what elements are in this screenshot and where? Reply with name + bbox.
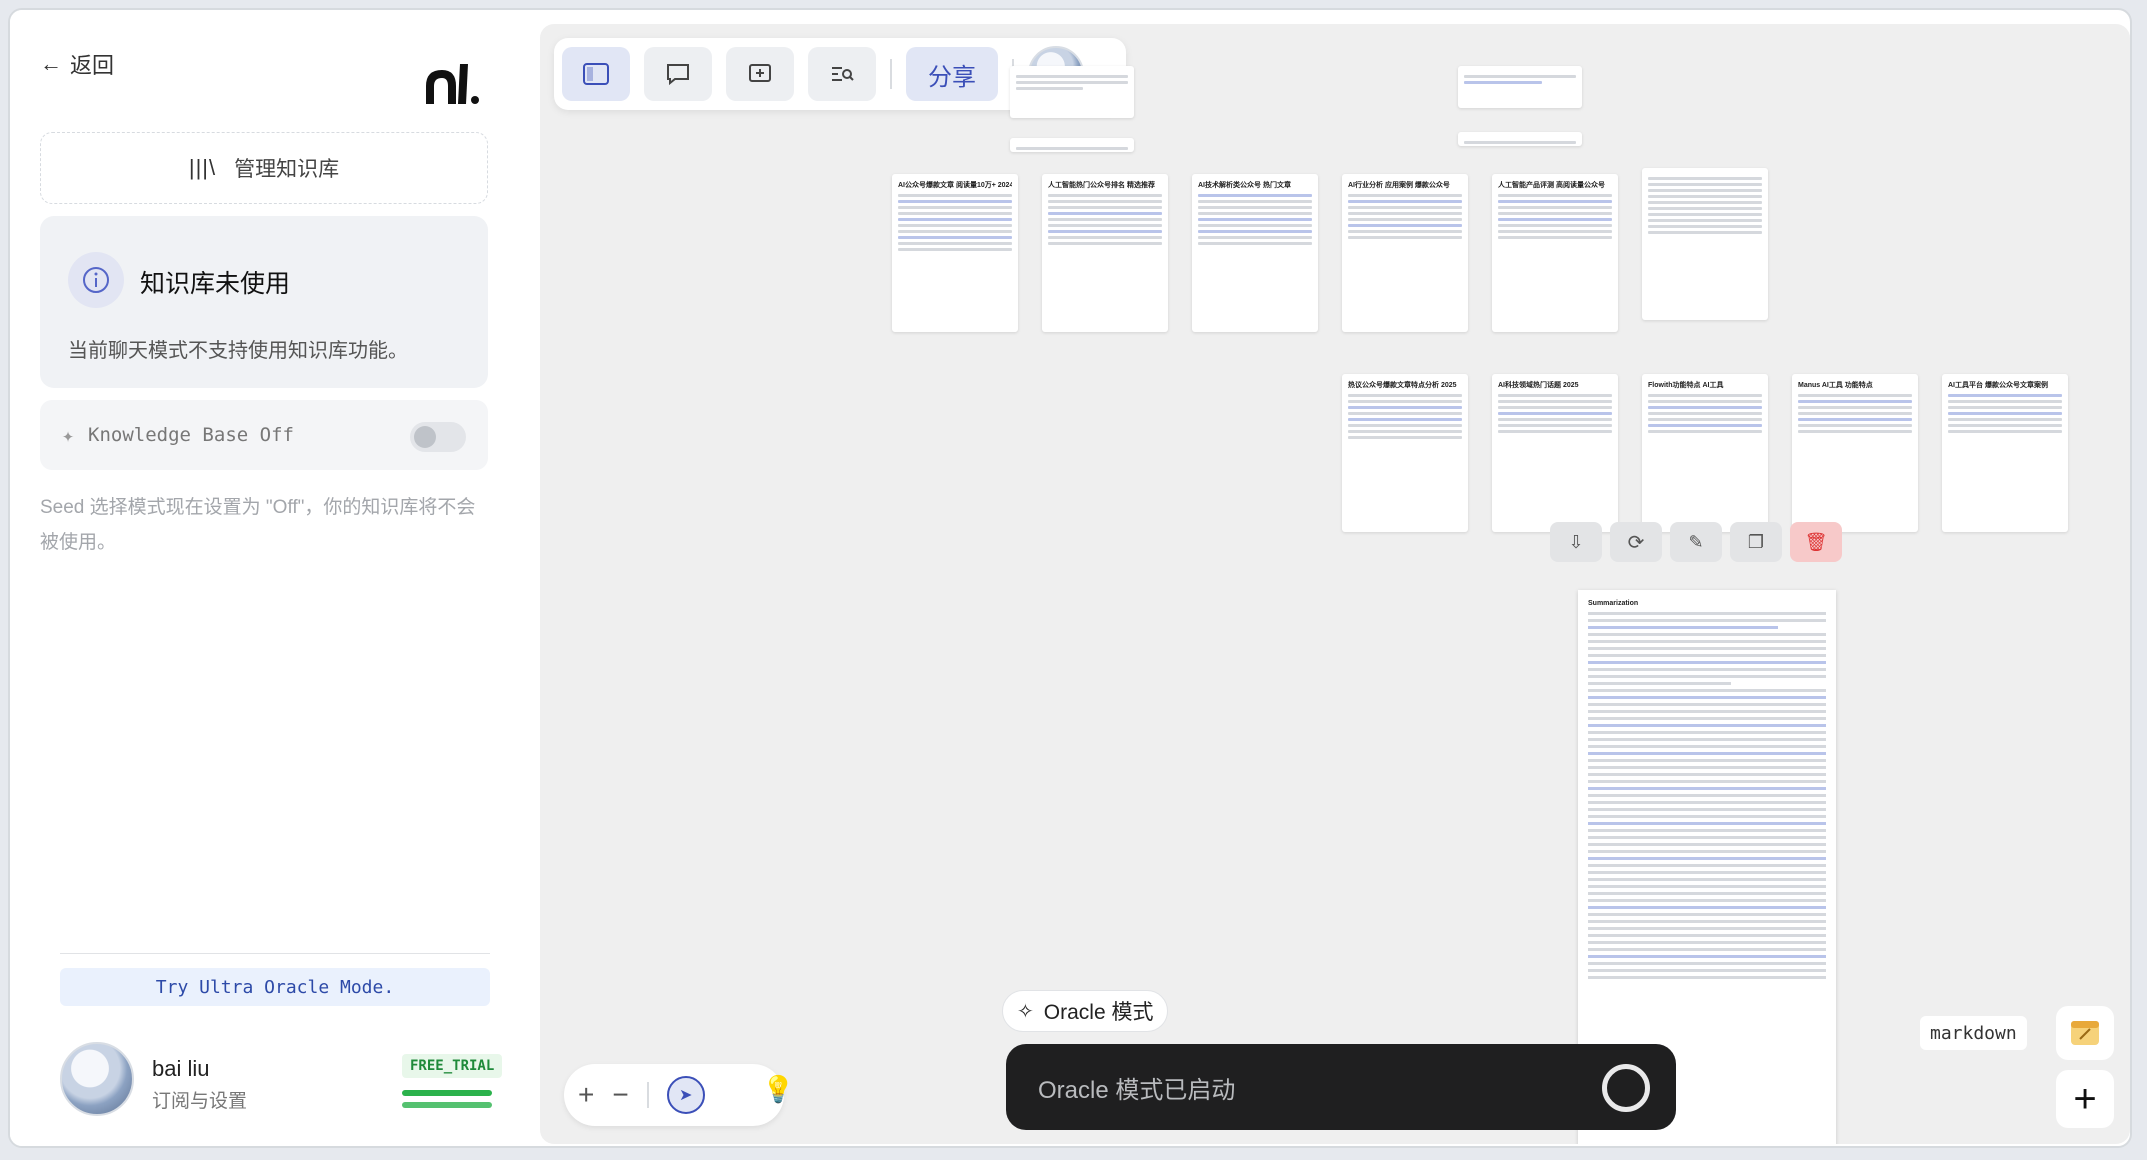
canvas-node[interactable]: Manus AI工具 功能特点 (1792, 374, 1918, 532)
back-label: 返回 (70, 53, 115, 78)
kb-status-card: 知识库未使用 当前聊天模式不支持使用知识库功能。 (40, 216, 488, 388)
canvas-node[interactable]: 人工智能产品评测 高阅读量公众号 (1492, 174, 1618, 332)
oracle-status-bar[interactable]: Oracle 模式已启动 (1006, 1044, 1676, 1130)
zoom-out-button[interactable]: − (612, 1079, 628, 1111)
oracle-mode-chip[interactable]: ✧ Oracle 模式 (1002, 990, 1169, 1032)
kb-toggle-switch[interactable] (410, 422, 466, 452)
lightbulb-icon[interactable]: 💡 (762, 1074, 794, 1105)
canvas-node[interactable]: AI行业分析 应用案例 爆款公众号 (1342, 174, 1468, 332)
plus-icon: + (2073, 1076, 2097, 1121)
kb-toggle-label: Knowledge Base Off (88, 424, 294, 446)
add-button[interactable]: + (2056, 1070, 2114, 1128)
node-title: Flowith功能特点 AI工具 (1648, 382, 1724, 389)
markdown-label: markdown (1920, 1016, 2027, 1050)
usage-bar (402, 1090, 492, 1096)
back-button[interactable]: ← 返回 (40, 48, 114, 80)
user-subtitle: 订阅与设置 (152, 1091, 248, 1112)
node-title: Manus AI工具 功能特点 (1798, 382, 1873, 389)
node-title: 人工智能产品评测 高阅读量公众号 (1498, 182, 1605, 189)
add-node-button[interactable] (726, 47, 794, 101)
search-canvas-button[interactable] (808, 47, 876, 101)
divider (60, 953, 490, 954)
library-icon: |||\ (188, 155, 217, 180)
canvas-node[interactable]: 热议公众号爆款文章特点分析 2025 (1342, 374, 1468, 532)
summary-title: Summarization (1588, 600, 1639, 607)
delete-button[interactable]: 🗑 (1790, 522, 1842, 562)
seed-note: Seed 选择模式现在设置为 "Off"，你的知识库将不会被使用。 (40, 497, 476, 553)
user-name: bai liu (152, 1056, 210, 1081)
zoom-in-button[interactable]: + (578, 1079, 594, 1111)
share-button[interactable]: 分享 (906, 47, 998, 101)
node-title: 人工智能热门公众号排名 精选推荐 (1048, 182, 1155, 189)
notepad-icon (2071, 1021, 2099, 1045)
canvas[interactable]: 分享 ‹ AI公众号爆款文章 阅读量10万+ 2024 人工智能热门公众号排名 … (540, 24, 2130, 1144)
canvas-node[interactable]: 人工智能热门公众号排名 精选推荐 (1042, 174, 1168, 332)
node-title: AI科技领域热门话题 2025 (1498, 382, 1579, 389)
node-title: AI技术解析类公众号 热门文章 (1198, 182, 1291, 189)
canvas-node[interactable]: AI科技领域热门话题 2025 (1492, 374, 1618, 532)
sparkle-icon: ✧ (1017, 1000, 1034, 1023)
logo (426, 64, 479, 104)
kb-toggle-row: ✦ Knowledge Base Off (40, 400, 488, 470)
node-title: 热议公众号爆款文章特点分析 2025 (1348, 382, 1457, 389)
export-button[interactable]: ⇩ (1550, 522, 1602, 562)
manage-kb-button[interactable]: |||\ 管理知识库 (40, 132, 488, 204)
oracle-chip-label: Oracle 模式 (1043, 1001, 1154, 1024)
canvas-node[interactable] (1010, 66, 1134, 118)
canvas-node[interactable] (1458, 132, 1582, 146)
canvas-node[interactable]: AI技术解析类公众号 热门文章 (1192, 174, 1318, 332)
sparkle-icon: ✦ (62, 423, 75, 447)
copy-button[interactable]: ❐ (1730, 522, 1782, 562)
zoom-divider (646, 1082, 649, 1108)
sidebar: ← 返回 |||\ 管理知识库 知识库未使用 当前聊天模式不支持使用知识库功能。… (10, 10, 540, 1146)
ultra-oracle-button[interactable]: Try Ultra Oracle Mode. (60, 968, 490, 1006)
zoom-controls: + − ➤ (564, 1064, 784, 1126)
node-actions: ⇩ ⟳ ✎ ❐ 🗑 (1550, 522, 1842, 562)
avatar (60, 1042, 134, 1116)
trash-icon: 🗑 (1804, 531, 1828, 552)
canvas-node[interactable]: Flowith功能特点 AI工具 (1642, 374, 1768, 532)
manage-kb-label: 管理知识库 (234, 158, 340, 181)
arrow-left-icon: ← (40, 51, 62, 76)
search-icon (832, 67, 854, 81)
kb-card-title: 知识库未使用 (140, 270, 291, 298)
compass-icon[interactable]: ➤ (666, 1076, 705, 1114)
loading-ring-icon (1602, 1064, 1650, 1112)
canvas-node[interactable] (1642, 168, 1768, 320)
status-badge: FREE_TRIAL (402, 1054, 503, 1078)
sidebar-toggle-button[interactable] (562, 47, 630, 101)
chat-icon (667, 64, 689, 86)
edit-button[interactable]: ✎ (1670, 522, 1722, 562)
toolbar-divider (890, 59, 892, 89)
info-icon (68, 252, 124, 308)
add-box-icon (749, 64, 771, 82)
refresh-icon: ⟳ (1627, 531, 1645, 554)
node-title: AI公众号爆款文章 阅读量10万+ 2024 (898, 182, 1012, 189)
node-title: AI工具平台 爆款公众号文章案例 (1948, 382, 2048, 389)
app-window: ← 返回 |||\ 管理知识库 知识库未使用 当前聊天模式不支持使用知识库功能。… (8, 8, 2132, 1148)
usage-bar-secondary (402, 1102, 492, 1108)
edit-icon: ✎ (1688, 531, 1704, 552)
node-title: AI行业分析 应用案例 爆款公众号 (1348, 182, 1450, 189)
canvas-node[interactable] (1458, 66, 1582, 108)
canvas-node[interactable] (1010, 138, 1134, 152)
oracle-status-text: Oracle 模式已启动 (1038, 1076, 1236, 1104)
canvas-node[interactable]: AI工具平台 爆款公众号文章案例 (1942, 374, 2068, 532)
file-export-icon: ⇩ (1568, 531, 1584, 552)
chat-button[interactable] (644, 47, 712, 101)
copy-icon: ❐ (1747, 531, 1765, 552)
kb-card-description: 当前聊天模式不支持使用知识库功能。 (68, 340, 408, 362)
regenerate-button[interactable]: ⟳ (1610, 522, 1662, 562)
canvas-node[interactable]: AI公众号爆款文章 阅读量10万+ 2024 (892, 174, 1018, 332)
user-profile[interactable]: bai liu 订阅与设置 FREE_TRIAL (60, 1042, 503, 1122)
sidebar-icon (583, 63, 609, 85)
markdown-button[interactable] (2056, 1006, 2114, 1060)
